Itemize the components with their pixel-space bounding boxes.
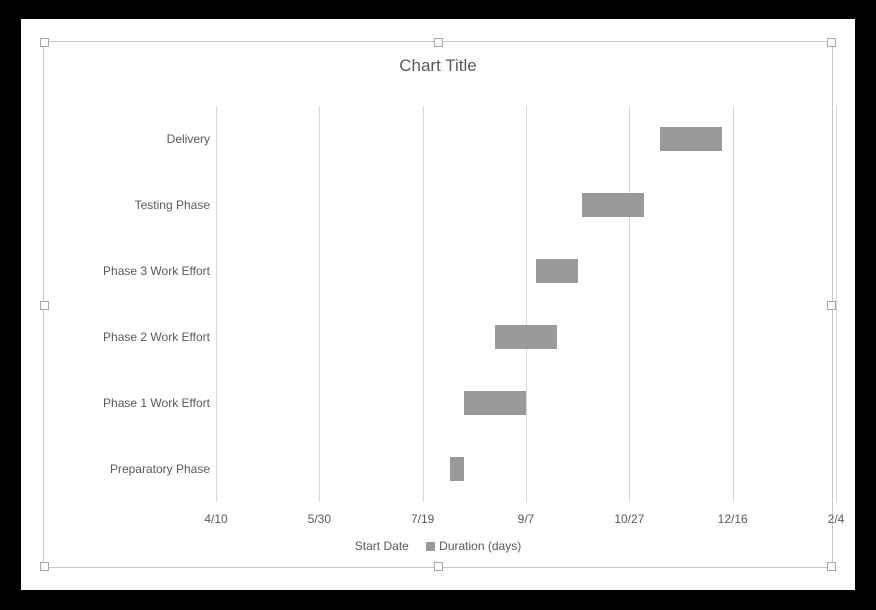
task-row: Testing Phase xyxy=(216,172,836,238)
resize-handle[interactable] xyxy=(40,38,49,47)
gridline xyxy=(836,106,837,502)
x-tick-label: 2/4 xyxy=(828,512,845,526)
chart-object[interactable]: Chart Title 4/105/307/199/710/2712/162/4… xyxy=(21,19,855,590)
task-row: Phase 2 Work Effort xyxy=(216,304,836,370)
task-row: Preparatory Phase xyxy=(216,436,836,502)
y-tick-label: Testing Phase xyxy=(50,198,210,212)
y-tick-label: Phase 1 Work Effort xyxy=(50,396,210,410)
y-tick-label: Delivery xyxy=(50,132,210,146)
y-tick-label: Phase 2 Work Effort xyxy=(50,330,210,344)
chart-title[interactable]: Chart Title xyxy=(44,56,832,76)
x-tick-label: 4/10 xyxy=(204,512,227,526)
duration-bar[interactable] xyxy=(495,325,557,349)
resize-handle[interactable] xyxy=(40,562,49,571)
selection-border: Chart Title 4/105/307/199/710/2712/162/4… xyxy=(43,41,833,568)
legend-entry-start: Start Date xyxy=(355,539,409,553)
duration-bar[interactable] xyxy=(464,391,526,415)
x-tick-label: 7/19 xyxy=(411,512,434,526)
y-tick-label: Preparatory Phase xyxy=(50,462,210,476)
x-tick-label: 10/27 xyxy=(614,512,644,526)
legend-entry-duration: Duration (days) xyxy=(439,539,521,553)
resize-handle[interactable] xyxy=(827,38,836,47)
resize-handle[interactable] xyxy=(434,562,443,571)
resize-handle[interactable] xyxy=(40,301,49,310)
duration-bar[interactable] xyxy=(582,193,644,217)
x-tick-label: 5/30 xyxy=(308,512,331,526)
resize-handle[interactable] xyxy=(434,38,443,47)
y-tick-label: Phase 3 Work Effort xyxy=(50,264,210,278)
legend[interactable]: Start Date Duration (days) xyxy=(44,539,832,553)
task-row: Phase 3 Work Effort xyxy=(216,238,836,304)
legend-swatch-icon xyxy=(426,542,435,551)
task-row: Delivery xyxy=(216,106,836,172)
x-tick-label: 12/16 xyxy=(718,512,748,526)
resize-handle[interactable] xyxy=(827,562,836,571)
duration-bar[interactable] xyxy=(660,127,722,151)
duration-bar[interactable] xyxy=(536,259,577,283)
duration-bar[interactable] xyxy=(450,457,464,481)
x-tick-label: 9/7 xyxy=(518,512,535,526)
task-row: Phase 1 Work Effort xyxy=(216,370,836,436)
plot-area[interactable]: 4/105/307/199/710/2712/162/4Preparatory … xyxy=(216,106,836,502)
